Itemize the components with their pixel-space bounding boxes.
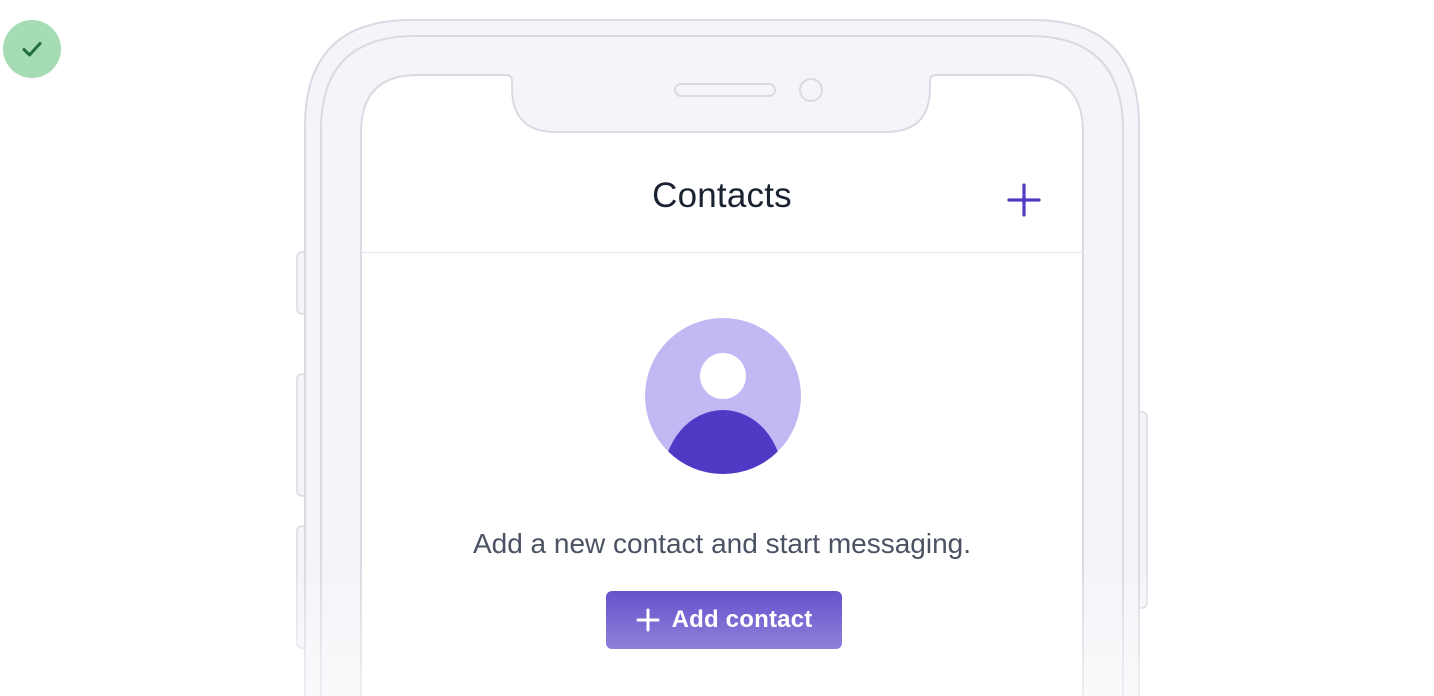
add-contact-label: Add contact	[671, 606, 813, 633]
empty-state-message: Add a new contact and start messaging.	[472, 528, 972, 559]
header-add-button[interactable]	[998, 174, 1050, 226]
plus-icon	[1007, 183, 1041, 217]
person-avatar-icon	[645, 318, 801, 474]
add-contact-button[interactable]: Add contact	[606, 591, 842, 649]
header-divider	[361, 252, 1083, 253]
plus-icon	[636, 608, 660, 632]
page-title: Contacts	[652, 176, 792, 215]
phone-speaker	[674, 83, 776, 97]
phone-camera	[799, 78, 823, 102]
mockup-stage: Contacts Add a new contact and start mes…	[0, 0, 1434, 696]
